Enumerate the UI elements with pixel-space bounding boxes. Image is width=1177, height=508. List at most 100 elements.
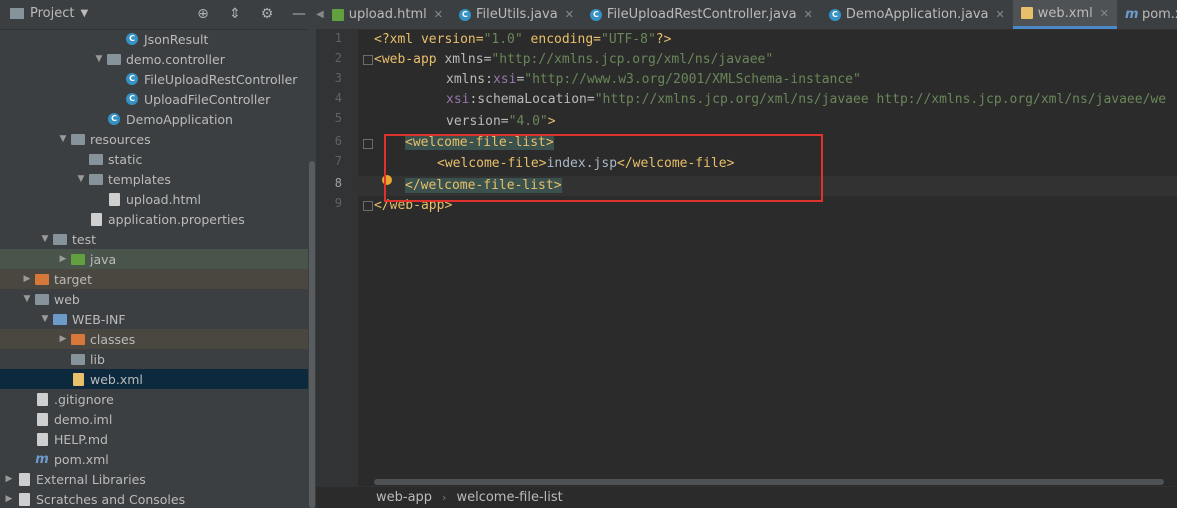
close-tab-icon[interactable]: ✕: [804, 8, 813, 21]
class-icon: C: [124, 92, 140, 106]
expand-arrow-right-icon[interactable]: ▶: [2, 474, 16, 484]
tree-item[interactable]: upload.html: [0, 189, 316, 209]
class-file-icon: C: [589, 8, 602, 21]
tree-item[interactable]: HELP.md: [0, 429, 316, 449]
tree-item-label: DemoApplication: [126, 111, 233, 127]
gear-icon[interactable]: ⚙: [258, 5, 276, 23]
collapse-icon[interactable]: ⇕: [226, 5, 244, 23]
crosshair-icon[interactable]: ⊕: [194, 5, 212, 23]
expand-arrow-right-icon[interactable]: ▶: [20, 274, 34, 284]
editor-tab[interactable]: mpom.xml (demo: [1117, 0, 1177, 29]
project-view-selector[interactable]: Project ▼: [10, 6, 88, 21]
tab-label: DemoApplication.java: [845, 7, 989, 22]
line-number: 2: [334, 51, 342, 65]
class-icon: C: [124, 72, 140, 86]
tree-item-label: templates: [108, 171, 171, 187]
tree-item[interactable]: ▶ Scratches and Consoles: [0, 489, 316, 508]
tree-item[interactable]: ▼ resources: [0, 129, 316, 149]
tree-item-label: application.properties: [108, 211, 245, 227]
breadcrumb-item[interactable]: web-app: [376, 490, 432, 505]
tree-item[interactable]: ▶ target: [0, 269, 316, 289]
fold-marker-icon[interactable]: [363, 139, 373, 149]
tree-item[interactable]: demo.iml: [0, 409, 316, 429]
tree-item-label: test: [72, 231, 97, 247]
tree-item[interactable]: .gitignore: [0, 389, 316, 409]
tree-item-label: WEB-INF: [72, 311, 126, 327]
folder-icon: [70, 352, 86, 366]
expand-arrow-right-icon[interactable]: ▶: [56, 334, 70, 344]
tree-item-label: pom.xml: [54, 451, 109, 467]
tree-item[interactable]: C JsonResult: [0, 29, 316, 49]
tree-item[interactable]: ▼ web: [0, 289, 316, 309]
code-line-2: <web-app xmlns="http://xmlns.jcp.org/xml…: [374, 52, 774, 67]
tree-item-label: web: [54, 291, 80, 307]
expand-arrow-down-icon[interactable]: ▼: [56, 134, 70, 144]
tree-item-label: demo.controller: [126, 51, 225, 67]
expand-arrow-down-icon[interactable]: ▼: [20, 294, 34, 304]
tree-item[interactable]: ▶ java: [0, 249, 316, 269]
tree-item[interactable]: m pom.xml: [0, 449, 316, 469]
fold-marker-icon[interactable]: [363, 201, 373, 211]
editor-tab[interactable]: upload.html ✕: [324, 0, 451, 29]
expand-arrow-down-icon[interactable]: ▼: [74, 174, 88, 184]
expand-arrow-down-icon[interactable]: ▼: [38, 234, 52, 244]
properties-file-icon: [88, 212, 104, 226]
line-number: 3: [334, 71, 342, 85]
expand-arrow-right-icon[interactable]: ▶: [56, 254, 70, 264]
tree-item[interactable]: ▼ test: [0, 229, 316, 249]
breadcrumb-item[interactable]: welcome-file-list: [456, 490, 562, 505]
close-tab-icon[interactable]: ✕: [565, 8, 574, 21]
tree-item[interactable]: ▼ templates: [0, 169, 316, 189]
line-number: 4: [334, 91, 342, 105]
editor-tab[interactable]: C DemoApplication.java ✕: [821, 0, 1013, 29]
tab-label: FileUploadRestController.java: [606, 7, 797, 22]
tree-item[interactable]: ▶ classes: [0, 329, 316, 349]
close-tab-icon[interactable]: ✕: [996, 8, 1005, 21]
tree-item[interactable]: C UploadFileController: [0, 89, 316, 109]
tree-item[interactable]: C DemoApplication: [0, 109, 316, 129]
expand-arrow-down-icon[interactable]: ▼: [38, 314, 52, 324]
tree-item[interactable]: application.properties: [0, 209, 316, 229]
expand-arrow-right-icon[interactable]: ▶: [2, 494, 16, 504]
tree-item-label: UploadFileController: [144, 91, 271, 107]
folder-icon: [34, 292, 50, 306]
tree-item[interactable]: ▼ demo.controller: [0, 49, 316, 69]
gitignore-file-icon: [34, 392, 50, 406]
line-number: 8: [334, 176, 342, 190]
scrollbar-thumb[interactable]: [309, 161, 315, 508]
expand-arrow-down-icon[interactable]: ▼: [92, 54, 106, 64]
class-file-icon: C: [828, 8, 841, 21]
editor-tab[interactable]: web.xml ✕: [1012, 0, 1117, 29]
editor-tab[interactable]: C FileUtils.java ✕: [451, 0, 582, 29]
close-tab-icon[interactable]: ✕: [434, 8, 443, 21]
tree-item[interactable]: static: [0, 149, 316, 169]
tree-item[interactable]: web.xml: [0, 369, 316, 389]
tree-item-label: resources: [90, 131, 151, 147]
tab-label: FileUtils.java: [475, 7, 558, 22]
minimize-icon[interactable]: —: [290, 5, 308, 23]
tree-item[interactable]: lib: [0, 349, 316, 369]
tree-item-label: target: [54, 271, 93, 287]
tree-item-label: Scratches and Consoles: [36, 491, 186, 507]
project-scrollbar[interactable]: [308, 29, 316, 508]
editor-tab[interactable]: C FileUploadRestController.java ✕: [582, 0, 821, 29]
breadcrumb: web-app › welcome-file-list: [316, 486, 1177, 508]
code-line-1: <?xml version="1.0" encoding="UTF-8"?>: [374, 32, 672, 47]
tree-item[interactable]: ▼ WEB-INF: [0, 309, 316, 329]
breadcrumb-separator-icon: ›: [442, 491, 447, 504]
close-tab-icon[interactable]: ✕: [1100, 7, 1109, 20]
code-editor[interactable]: <?xml version="1.0" encoding="UTF-8"?> <…: [358, 30, 1177, 486]
tree-item[interactable]: C FileUploadRestController: [0, 69, 316, 89]
project-panel-header: Project ▼ ⊕ ⇕ ⚙ —: [0, 0, 316, 30]
folder-icon: [88, 172, 104, 186]
class-file-icon: C: [458, 8, 471, 21]
iml-file-icon: [34, 412, 50, 426]
tree-item[interactable]: ▶ External Libraries: [0, 469, 316, 489]
html-file-icon: [331, 8, 344, 21]
tabs-scroll-left-icon[interactable]: ◀: [316, 0, 324, 29]
tree-item-label: External Libraries: [36, 471, 146, 487]
tree-item-label: upload.html: [126, 191, 202, 207]
editor-horizontal-scrollbar[interactable]: [374, 479, 1164, 485]
maven-file-icon: m: [35, 451, 49, 467]
fold-marker-icon[interactable]: [363, 55, 373, 65]
